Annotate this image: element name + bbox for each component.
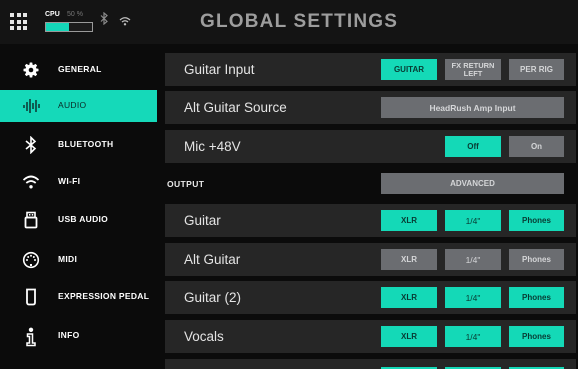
gear-icon [22,61,40,79]
top-bar: CPU 50 % GLOBAL SETTINGS [0,0,578,44]
wifi-icon [22,173,40,191]
sidebar-item-expression-pedal[interactable]: EXPRESSION PEDAL [0,281,157,313]
expression-pedal-icon [22,288,40,306]
xlr-button[interactable]: XLR [381,210,437,231]
alt-guitar-source-row: Alt Guitar Source HeadRush Amp Input [165,91,576,124]
cpu-load-fill [46,23,69,31]
phones-button[interactable]: Phones [509,287,564,308]
guitar-input-row: Guitar Input GUITAR FX RETURN LEFT PER R… [165,53,576,86]
sidebar-item-label: BLUETOOTH [58,139,114,149]
output-section-label: OUTPUT [167,179,205,189]
xlr-button[interactable]: XLR [381,326,437,347]
wifi-status-icon [119,14,131,26]
alt-guitar-source-label: Alt Guitar Source [184,100,287,115]
mic-48v-off-button[interactable]: Off [445,136,501,157]
sidebar-item-label: GENERAL [58,64,102,74]
bluetooth-status-icon [100,11,109,28]
cpu-label: CPU [45,11,60,18]
sidebar-item-label: INFO [58,330,80,340]
sidebar-item-info[interactable]: INFO [0,320,157,352]
fx-return-label-line2: LEFT [463,68,483,78]
sidebar-item-audio[interactable]: AUDIO [0,90,157,122]
alt-guitar-source-selector[interactable]: HeadRush Amp Input [381,97,564,118]
advanced-button[interactable]: ADVANCED [381,173,564,194]
guitar-input-label: Guitar Input [184,62,255,77]
cpu-percent: 50 % [67,11,83,18]
mic-48v-on-button[interactable]: On [509,136,564,157]
output-row-guitar: Guitar XLR 1/4" Phones [165,204,576,237]
sidebar-item-label: WI-FI [58,176,81,186]
sidebar-item-label: USB AUDIO [58,214,109,224]
output-row-vocals: Vocals XLR 1/4" Phones [165,320,576,353]
cpu-load-bar [45,22,93,32]
quarter-inch-button[interactable]: 1/4" [445,249,501,270]
sidebar-item-bluetooth[interactable]: BLUETOOTH [0,129,157,161]
output-row-guitar-2: Guitar (2) XLR 1/4" Phones [165,281,576,314]
sidebar-item-label: MIDI [58,254,78,264]
sidebar-item-general[interactable]: GENERAL [0,54,157,86]
output-row-alt-guitar: Alt Guitar XLR 1/4" Phones [165,243,576,276]
xlr-button[interactable]: XLR [381,249,437,270]
output-row-label: Alt Guitar [184,252,241,267]
cpu-meter: CPU 50 % [45,11,93,33]
output-row-label: Guitar [184,213,221,228]
phones-button[interactable]: Phones [509,326,564,347]
quarter-inch-button[interactable]: 1/4" [445,326,501,347]
output-row-label: Guitar (2) [184,290,242,305]
sidebar-item-label: EXPRESSION PEDAL [58,291,150,301]
info-icon [22,327,40,347]
phones-button[interactable]: Phones [509,210,564,231]
phones-button[interactable]: Phones [509,249,564,270]
guitar-input-fx-return-left-button[interactable]: FX RETURN LEFT [445,59,501,80]
page-title: GLOBAL SETTINGS [200,11,399,32]
guitar-input-per-rig-button[interactable]: PER RIG [509,59,564,80]
bluetooth-icon [22,135,40,155]
output-row-partial [165,359,576,369]
midi-icon [22,251,40,269]
output-row-label: Vocals [184,329,224,344]
quarter-inch-button[interactable]: 1/4" [445,287,501,308]
apps-grid-icon[interactable] [10,13,27,30]
mic-48v-label: Mic +48V [184,139,241,154]
guitar-input-guitar-button[interactable]: GUITAR [381,59,437,80]
audio-waveform-icon [22,97,40,115]
quarter-inch-button[interactable]: 1/4" [445,210,501,231]
usb-icon [22,211,40,229]
xlr-button[interactable]: XLR [381,287,437,308]
sidebar-item-wifi[interactable]: WI-FI [0,166,157,198]
mic-48v-row: Mic +48V Off On [165,130,576,163]
sidebar-item-label: AUDIO [58,100,87,110]
sidebar-item-midi[interactable]: MIDI [0,244,157,276]
sidebar-item-usb-audio[interactable]: USB AUDIO [0,204,157,236]
output-section-row: OUTPUT ADVANCED [165,167,576,200]
